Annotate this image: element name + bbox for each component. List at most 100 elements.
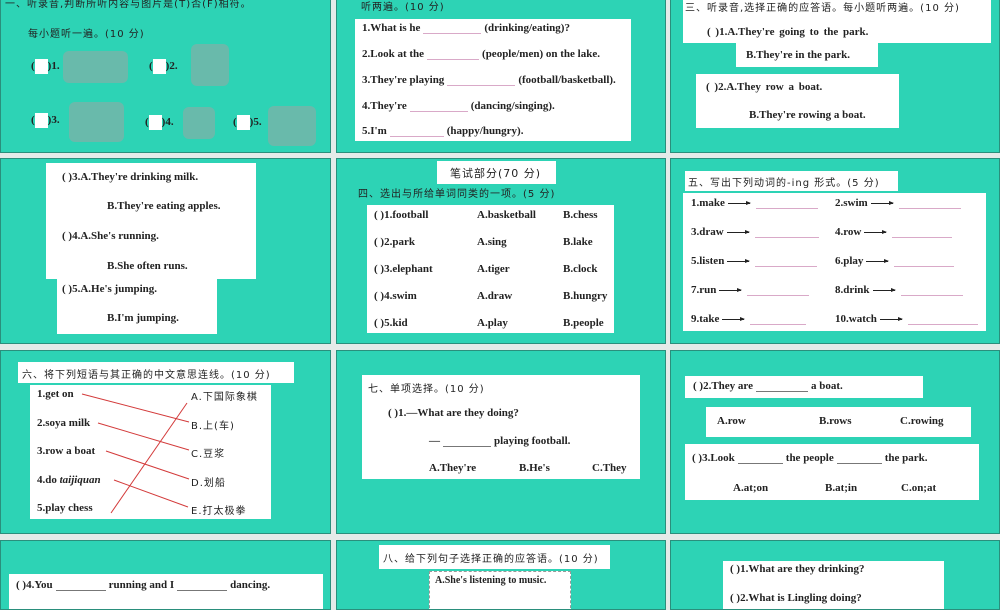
phrase-item: 4.do taijiquan <box>37 473 101 486</box>
answer-box[interactable] <box>152 59 166 74</box>
section-title: 八、给下列句子选择正确的应答语。(10 分) <box>383 554 599 565</box>
section-title: 六、将下列短语与其正确的中文意思连线。(10 分) <box>22 370 271 381</box>
option-c: C.They <box>592 462 627 474</box>
section-title-box: 五、写出下列动词的-ing 形式。(5 分) <box>685 171 898 191</box>
question-box: ( )1.What are they drinking? ( )2.What i… <box>723 561 944 609</box>
boy-drawing-picture <box>191 44 229 86</box>
answer-box[interactable] <box>34 113 48 128</box>
verb-item: 2.swim <box>835 196 964 209</box>
question-5b: B.I'm jumping. <box>107 312 179 324</box>
section-title: 七、单项选择。(10 分) <box>368 384 485 395</box>
phrase-item: 5.play chess <box>37 502 93 514</box>
answer-blank[interactable] <box>747 283 810 296</box>
verb-item: 7.run <box>691 283 812 296</box>
question-5a: ( )5.A.He's jumping. <box>62 283 158 295</box>
answer-box[interactable] <box>148 115 162 130</box>
question-1a: ( )1.A.They're going to the park. <box>707 26 869 38</box>
option-a: A.She's listening to music. <box>435 575 547 586</box>
slide-thumbnail-6[interactable]: 五、写出下列动词的-ing 形式。(5 分) 1.make 2.swim 3.dra… <box>670 158 1000 344</box>
verb-item: 3.draw <box>691 225 822 238</box>
section-title: 四、选出与所给单词同类的一项。(5 分) <box>358 189 556 200</box>
section-title: 一、听录音,判断所听内容与图片是(T)否(F)相符。 <box>5 0 252 10</box>
answer-item-1: ()1. <box>31 59 60 74</box>
answer-blank[interactable] <box>894 254 955 267</box>
word-option: A.draw <box>477 290 513 302</box>
word-option: B.clock <box>563 263 598 275</box>
question-3a: ( )3.A.They're drinking milk. <box>62 171 199 183</box>
section-title: 五、写出下列动词的-ing 形式。(5 分) <box>688 178 880 189</box>
slide-thumbnail-3[interactable]: 三、听录音,选择正确的应答语。每小题听两遍。(10 分) ( )1.A.They… <box>670 0 1000 153</box>
answer-item-3: ()3. <box>31 113 60 128</box>
meaning-item: E.打太极拳 <box>191 506 247 517</box>
question-2a: ( )2.A.They row a boat. <box>706 81 823 93</box>
option-a: A.at;on <box>733 482 769 494</box>
arrow-icon <box>726 229 750 234</box>
question-box: 七、单项选择。(10 分) ( )1.—What are they doing?… <box>362 375 640 479</box>
arrow-icon <box>879 316 903 321</box>
answer-blank[interactable] <box>750 312 807 325</box>
option-b: B.at;in <box>825 482 858 494</box>
arrow-icon <box>719 287 743 292</box>
option-c: C.on;at <box>901 482 937 494</box>
boy-eating-picture <box>183 107 215 139</box>
word-option: A.sing <box>477 236 507 248</box>
answer-blank[interactable] <box>898 196 961 209</box>
slide-thumbnail-8[interactable]: 七、单项选择。(10 分) ( )1.—What are they doing?… <box>336 350 666 534</box>
phrase-item: 2.soya milk <box>37 416 91 429</box>
answer-item-4: ()4. <box>145 115 174 130</box>
option-a: A.row <box>717 415 746 427</box>
answer-box[interactable] <box>34 59 48 74</box>
question-4b: B.She often runs. <box>107 260 188 272</box>
question-3: ( )3.Look the people the park. <box>692 452 928 464</box>
answer-blank[interactable] <box>755 196 818 209</box>
question-1: ( )1.What are they drinking? <box>730 563 865 575</box>
question-1: ( )1.—What are they doing? <box>388 407 519 419</box>
word-item: ( )4.swim <box>374 290 417 302</box>
verb-item: 6.play <box>835 254 957 267</box>
slide-thumbnail-2[interactable]: 听两遍。(10 分) 1.What is he (drinking/eating)… <box>336 0 666 153</box>
verb-item: 5.listen <box>691 254 820 267</box>
slide-thumbnail-5[interactable]: 笔试部分(70 分) 四、选出与所给单词同类的一项。(5 分) ( )1.foo… <box>336 158 666 344</box>
children-playing-picture <box>69 102 124 142</box>
arrow-icon <box>722 316 746 321</box>
arrow-icon <box>864 229 888 234</box>
slide-thumbnail-4[interactable]: ( )3.A.They're drinking milk. B.They're … <box>0 158 331 344</box>
word-option: A.tiger <box>477 263 510 275</box>
meaning-item: B.上(车) <box>191 420 235 432</box>
option-b: B.He's <box>519 462 550 474</box>
word-option: B.hungry <box>563 290 608 302</box>
slide-thumbnail-7[interactable]: 六、将下列短语与其正确的中文意思连线。(10 分) 1.get on A.下国际象… <box>0 350 331 534</box>
question-2: ( )2.What is Lingling doing? <box>730 592 862 604</box>
question-4: ( )4.You running and Idancing. <box>16 579 271 591</box>
option-c: C.rowing <box>900 415 944 427</box>
answer-box[interactable] <box>236 115 250 130</box>
question-4-box: ( )4.You running and Idancing. <box>9 574 323 609</box>
verb-box: 1.make 2.swim 3.draw 4.row 5.listen 6.play 7.r… <box>683 193 986 331</box>
meaning-item: A.下国际象棋 <box>191 392 258 403</box>
section-subtitle: 听两遍。(10 分) <box>361 2 445 13</box>
slide-thumbnail-1[interactable]: 一、听录音,判断所听内容与图片是(T)否(F)相符。 每小题听一遍。(10 分)… <box>0 0 331 153</box>
option-card: A.She's listening to music. <box>429 571 571 609</box>
question-2: ( )2.They are a boat. <box>693 380 843 392</box>
section-subtitle: 每小题听一遍。(10 分) <box>28 29 145 40</box>
meaning-item: C.豆浆 <box>191 449 226 460</box>
slide-thumbnail-9[interactable]: ( )2.They are a boat. A.row B.rows C.rowi… <box>670 350 1000 534</box>
word-option: B.chess <box>563 209 598 221</box>
option-a: A.They're <box>429 462 477 474</box>
verb-item: 4.row <box>835 225 955 238</box>
car-picture <box>268 106 316 146</box>
question-1: 1.What is he (drinking/eating)? <box>362 22 570 34</box>
question-1-answer: — playing football. <box>429 435 571 447</box>
answer-blank[interactable] <box>754 225 819 238</box>
question-1b: B.They're in the park. <box>746 49 851 61</box>
matching-box: 1.get on A.下国际象棋 2.soya milk B.上(车) 3.row a … <box>30 385 271 519</box>
question-3b: B.They're eating apples. <box>107 200 221 212</box>
answer-blank[interactable] <box>900 283 963 296</box>
answer-blank[interactable] <box>892 225 953 238</box>
answer-blank[interactable] <box>755 254 818 267</box>
question-3-box: ( )3.Look the people the park. A.at;on B.a… <box>685 444 979 500</box>
option-b: B.rows <box>819 415 852 427</box>
answer-blank[interactable] <box>907 312 978 325</box>
question-5: 5.I'm (happy/hungry). <box>362 125 524 137</box>
question-box-2: ( )2.A.They row a boat. B.They're rowing… <box>696 74 899 128</box>
